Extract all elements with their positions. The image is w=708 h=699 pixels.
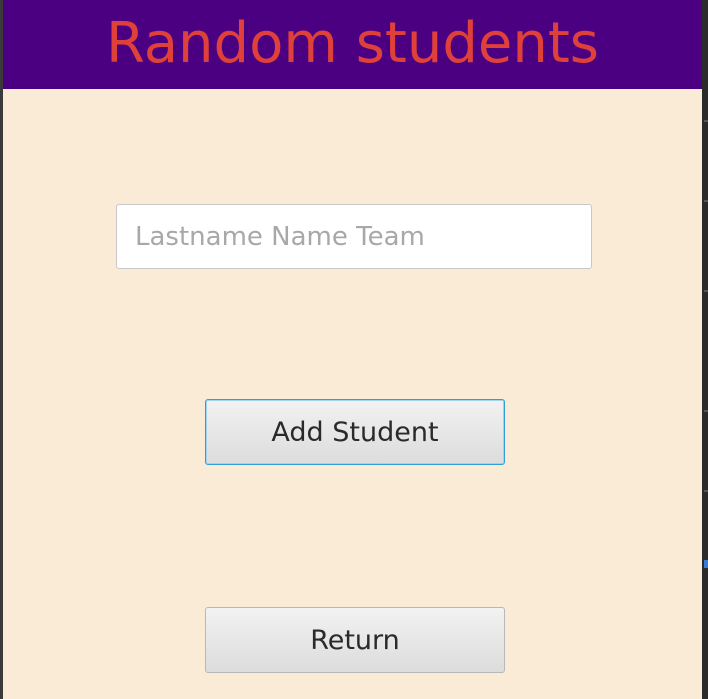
background-window-edge xyxy=(702,0,708,699)
add-student-button[interactable]: Add Student xyxy=(205,399,505,465)
page-title: Random students xyxy=(106,11,599,76)
add-student-button-label: Add Student xyxy=(271,416,439,448)
edge-tick xyxy=(704,120,708,122)
return-button[interactable]: Return xyxy=(205,607,505,673)
edge-tick xyxy=(704,490,708,492)
student-name-input[interactable] xyxy=(116,204,592,269)
edge-tick xyxy=(704,290,708,292)
return-button-label: Return xyxy=(310,624,400,656)
edge-tick xyxy=(704,410,708,412)
app-window: Random students Add Student Return xyxy=(3,0,702,699)
edge-tick xyxy=(704,200,708,202)
header-bar: Random students xyxy=(3,0,702,89)
edge-highlight xyxy=(704,560,708,568)
